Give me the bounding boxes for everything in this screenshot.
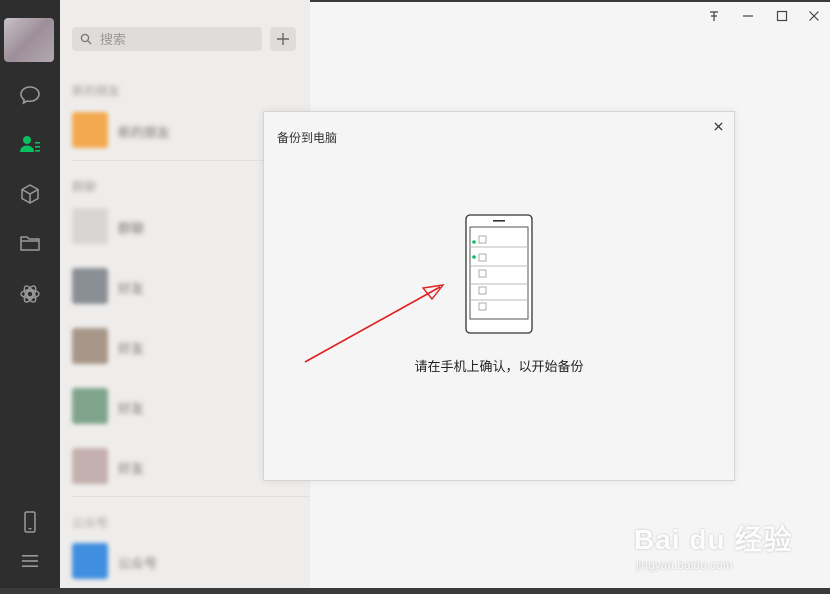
search-icon — [80, 33, 92, 45]
maximize-icon — [776, 10, 788, 22]
backup-dialog: 备份到电脑 请在手机上确认，以开始备份 — [263, 111, 735, 481]
phone-icon[interactable] — [18, 510, 42, 534]
folder-icon[interactable] — [18, 231, 42, 255]
add-button[interactable] — [270, 27, 296, 51]
contact-name: 好友 — [118, 341, 145, 356]
contact-name: 新的朋友 — [118, 125, 171, 140]
dialog-message: 请在手机上确认，以开始备份 — [414, 359, 584, 374]
contact-avatar — [72, 328, 108, 364]
pin-icon — [710, 11, 718, 21]
dialog-title: 备份到电脑 — [277, 131, 338, 145]
avatar[interactable] — [4, 18, 54, 62]
contact-name: 公众号 — [118, 556, 158, 571]
nav-sidebar — [0, 0, 60, 594]
window-bottom-border — [0, 588, 830, 594]
watermark-main: Bai du 经验 — [634, 524, 793, 555]
divider — [72, 496, 310, 497]
contact-avatar — [72, 112, 108, 148]
contact-name: 好友 — [118, 401, 145, 416]
maximize-button[interactable] — [772, 7, 792, 25]
list-item[interactable]: 公众号 — [72, 543, 302, 583]
contacts-icon[interactable] — [18, 132, 42, 156]
contact-name: 好友 — [118, 281, 145, 296]
phone-illustration-icon — [465, 214, 533, 334]
chat-icon[interactable] — [18, 83, 42, 107]
close-icon — [809, 11, 819, 21]
watermark: Bai du 经验 jingyan.baidu.com — [630, 500, 830, 590]
close-icon — [713, 121, 723, 131]
contact-avatar — [72, 543, 108, 579]
section-title: 新的朋友 — [72, 84, 121, 98]
search-input[interactable] — [98, 30, 262, 48]
contact-avatar — [72, 388, 108, 424]
contact-name: 好友 — [118, 461, 145, 476]
contact-name: 群聊 — [118, 221, 145, 236]
minimize-icon — [743, 15, 753, 17]
dialog-close-button[interactable] — [710, 118, 726, 134]
close-button[interactable] — [804, 7, 824, 25]
contact-avatar — [72, 448, 108, 484]
section-title: 群聊 — [72, 180, 97, 194]
plus-icon — [277, 33, 289, 45]
search-box[interactable] — [72, 27, 262, 51]
pin-button[interactable] — [704, 7, 724, 25]
section-title: 公众号 — [72, 516, 109, 530]
contact-avatar — [72, 208, 108, 244]
minimize-button[interactable] — [738, 7, 758, 25]
contact-avatar — [72, 268, 108, 304]
shutter-icon[interactable] — [18, 282, 42, 306]
watermark-sub: jingyan.baidu.com — [636, 558, 733, 572]
cube-icon[interactable] — [18, 182, 42, 206]
menu-icon[interactable] — [18, 549, 42, 573]
